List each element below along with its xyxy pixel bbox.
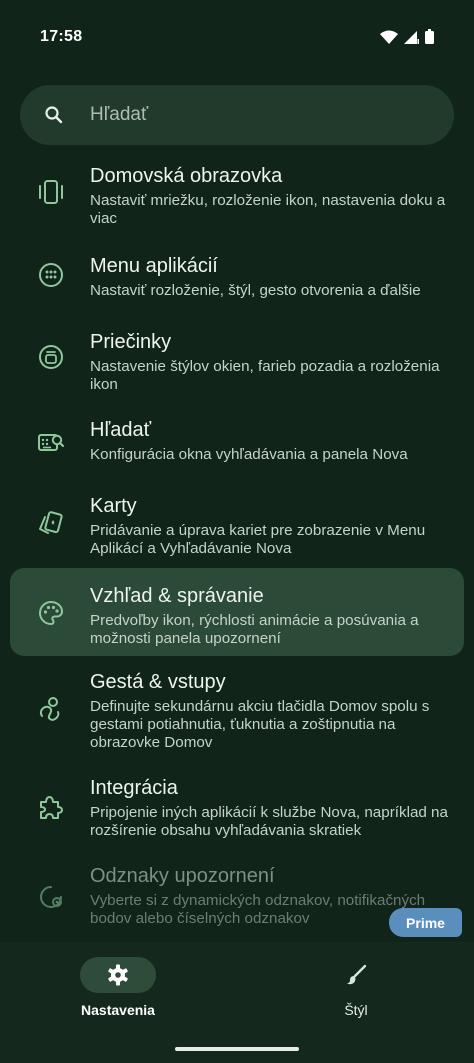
search-icon xyxy=(45,106,63,124)
app-grid-icon xyxy=(39,263,63,287)
nav-label: Štýl xyxy=(344,1002,368,1018)
setting-desc: Konfigurácia okna vyhľadávania a panela … xyxy=(90,446,408,463)
setting-item-app-drawer[interactable]: Menu aplikácií Nastaviť rozloženie, štýl… xyxy=(10,250,464,310)
gesture-icon xyxy=(40,697,60,721)
badge-icon xyxy=(40,886,62,908)
signal-icon xyxy=(404,30,419,44)
status-icons xyxy=(380,29,434,44)
setting-item-folders[interactable]: Priečinky Nastavenie štýlov okien, farie… xyxy=(10,326,464,396)
setting-item-search[interactable]: Hľadať Konfigurácia okna vyhľadávania a … xyxy=(10,412,464,472)
prime-badge[interactable]: Prime xyxy=(389,908,462,937)
setting-desc: Pripojenie iných aplikácií k službe Nova… xyxy=(90,804,448,839)
home-indicator[interactable] xyxy=(175,1047,299,1051)
setting-item-home-screen[interactable]: Domovská obrazovka Nastaviť mriežku, roz… xyxy=(10,160,464,240)
setting-title: Integrácia xyxy=(90,777,178,799)
cards-icon xyxy=(39,511,63,534)
setting-desc: Nastaviť rozloženie, štýl, gesto otvoren… xyxy=(90,282,421,299)
gear-icon xyxy=(108,964,128,986)
nav-pill xyxy=(318,957,394,993)
setting-title: Priečinky xyxy=(90,331,172,353)
setting-title: Odznaky upozornení xyxy=(90,865,275,887)
setting-title: Gestá & vstupy xyxy=(90,671,226,693)
search-keyboard-icon xyxy=(38,434,65,451)
setting-desc: Predvoľby ikon, rýchlosti animácie a pos… xyxy=(90,612,419,647)
setting-title: Domovská obrazovka xyxy=(90,165,283,187)
setting-desc: Pridávanie a úprava kariet pre zobrazeni… xyxy=(90,522,426,557)
status-time: 17:58 xyxy=(40,28,83,45)
nav-pill xyxy=(80,957,156,993)
brush-icon xyxy=(347,964,367,985)
setting-desc: Nastavenie štýlov okien, farieb pozadia … xyxy=(90,358,440,393)
status-bar: 17:58 xyxy=(0,0,474,76)
nav-item-settings[interactable]: Nastavenia xyxy=(38,942,198,1042)
bottom-nav: Nastavenia Štýl xyxy=(0,942,474,1063)
setting-title: Vzhľad & správanie xyxy=(90,585,264,607)
setting-title: Hľadať xyxy=(90,419,152,441)
palette-icon xyxy=(38,600,64,626)
setting-desc: Nastaviť mriežku, rozloženie ikon, nasta… xyxy=(90,192,446,227)
setting-desc: Definujte sekundárnu akciu tlačidla Domo… xyxy=(90,698,430,751)
battery-icon xyxy=(425,29,434,44)
nav-item-style[interactable]: Štýl xyxy=(276,942,436,1042)
setting-item-cards[interactable]: Karty Pridávanie a úprava kariet pre zob… xyxy=(10,490,464,562)
setting-item-gestures[interactable]: Gestá & vstupy Definujte sekundárnu akci… xyxy=(10,666,464,756)
setting-title: Karty xyxy=(90,495,137,517)
phone-icon xyxy=(39,180,63,204)
folder-icon xyxy=(39,345,63,369)
setting-item-integrations[interactable]: Integrácia Pripojenie iných aplikácií k … xyxy=(10,772,464,844)
setting-title: Menu aplikácií xyxy=(90,255,218,277)
wifi-icon xyxy=(380,30,398,44)
setting-item-look-and-feel[interactable]: Vzhľad & správanie Predvoľby ikon, rýchl… xyxy=(10,568,464,656)
puzzle-icon xyxy=(40,796,63,819)
nav-label: Nastavenia xyxy=(81,1002,155,1018)
search-input[interactable] xyxy=(90,104,390,126)
search-bar[interactable] xyxy=(20,85,454,145)
